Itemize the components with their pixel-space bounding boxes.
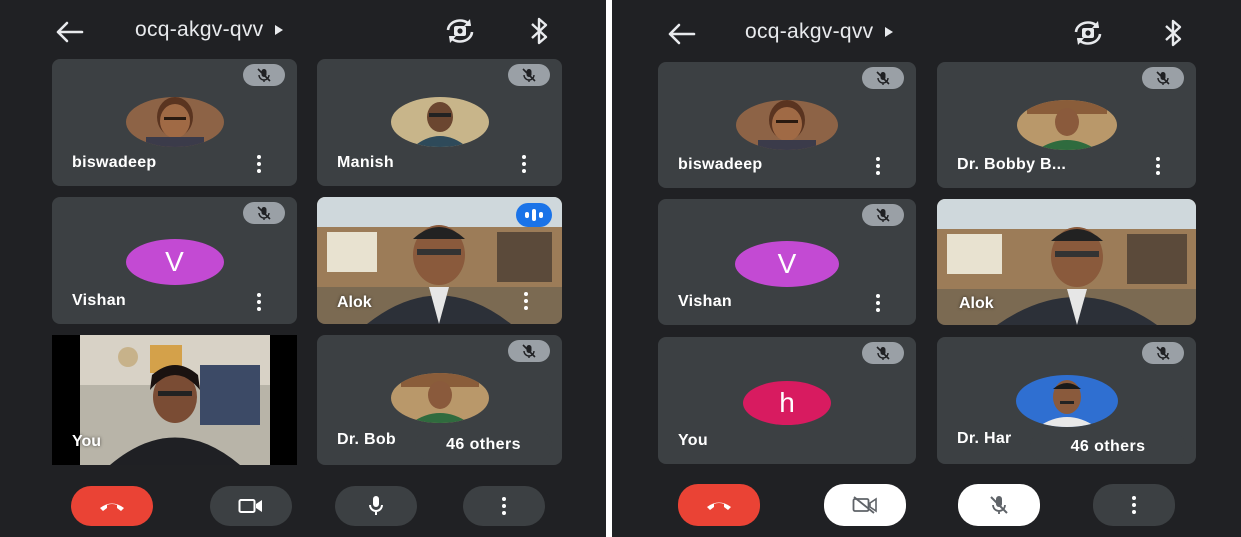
top-bar: ocq-akgv-qvv	[0, 10, 606, 54]
avatar-initial: h	[743, 381, 831, 425]
participant-tile-bobby[interactable]: Dr. Bobby B...	[937, 62, 1196, 188]
meeting-code-text: ocq-akgv-qvv	[745, 20, 874, 43]
participant-tile-vishan[interactable]: V Vishan	[52, 197, 297, 324]
bluetooth-icon[interactable]	[528, 15, 550, 47]
participant-name: Manish	[337, 154, 394, 171]
participant-name: biswadeep	[72, 154, 157, 171]
participant-name: Dr. Har	[957, 430, 1012, 447]
mic-off-icon	[876, 71, 890, 85]
more-vert-icon[interactable]	[255, 291, 263, 313]
mic-off-icon	[876, 208, 890, 222]
participant-video-alok[interactable]: Alok	[317, 197, 562, 324]
mute-badge	[243, 64, 285, 86]
mic-off-icon	[1156, 71, 1170, 85]
end-call-icon	[707, 502, 731, 510]
avatar-photo	[736, 100, 838, 150]
participant-name: You	[72, 433, 102, 450]
more-options-button[interactable]	[1093, 484, 1175, 526]
arrow-left-icon[interactable]	[660, 16, 700, 52]
speaking-indicator-icon	[516, 203, 552, 227]
meeting-code[interactable]: ocq-akgv-qvv	[135, 18, 284, 42]
avatar-photo	[1016, 100, 1117, 150]
end-call-button[interactable]	[678, 484, 760, 526]
mute-badge	[508, 64, 550, 86]
participant-tile-manish[interactable]: Manish	[317, 59, 562, 186]
mute-badge	[862, 67, 904, 89]
mic-icon	[369, 496, 383, 515]
avatar-photo	[125, 97, 224, 147]
more-vert-icon[interactable]	[520, 153, 528, 175]
mic-off-icon	[257, 68, 271, 82]
others-count-pill[interactable]: 46 others	[1030, 432, 1186, 462]
more-vert-icon	[500, 495, 508, 517]
participant-name: Vishan	[678, 293, 732, 310]
camera-flip-icon[interactable]	[1071, 18, 1105, 48]
participant-tile-biswadeep[interactable]: biswadeep	[52, 59, 297, 186]
meet-screen-right: ocq-akgv-qvv biswadeep Dr. Bobby B... V …	[612, 0, 1241, 537]
participant-name: biswadeep	[678, 156, 763, 173]
self-video[interactable]: You	[52, 335, 297, 465]
participant-video-alok[interactable]: Alok	[937, 199, 1196, 325]
top-bar: ocq-akgv-qvv	[612, 12, 1241, 56]
mic-toggle-button[interactable]	[958, 484, 1040, 526]
more-options-button[interactable]	[463, 486, 545, 526]
mute-badge	[862, 342, 904, 364]
participant-name: Dr. Bobby B...	[957, 156, 1067, 173]
participant-tile-biswadeep[interactable]: biswadeep	[658, 62, 916, 188]
play-triangle-icon	[885, 27, 894, 38]
meet-screen-left: ocq-akgv-qvv biswadeep Manish V Vishan A…	[0, 0, 606, 537]
videocam-icon	[238, 499, 262, 513]
more-vert-icon[interactable]	[524, 290, 528, 313]
avatar-photo	[1015, 375, 1118, 427]
more-vert-icon[interactable]	[874, 155, 882, 177]
participant-name: You	[678, 432, 708, 449]
meeting-code-text: ocq-akgv-qvv	[135, 18, 264, 41]
end-call-button[interactable]	[71, 486, 153, 526]
more-vert-icon[interactable]	[255, 153, 263, 175]
videocam-off-icon	[852, 496, 877, 514]
self-tile[interactable]: h You	[658, 337, 916, 464]
participant-name: Alok	[959, 295, 994, 312]
camera-toggle-button[interactable]	[824, 484, 906, 526]
avatar-photo	[390, 373, 489, 423]
video-frame	[80, 335, 270, 465]
camera-toggle-button[interactable]	[210, 486, 292, 526]
participant-name: Vishan	[72, 292, 126, 309]
play-triangle-icon	[275, 25, 284, 36]
end-call-icon	[100, 503, 124, 511]
mute-badge	[1142, 67, 1184, 89]
mute-badge	[243, 202, 285, 224]
others-count-pill[interactable]: 46 others	[415, 430, 552, 460]
participant-name: Dr. Bob	[337, 431, 396, 448]
participant-name: Alok	[337, 294, 372, 311]
avatar-initial: V	[125, 239, 224, 285]
mute-badge	[508, 340, 550, 362]
meeting-code[interactable]: ocq-akgv-qvv	[745, 20, 894, 44]
more-vert-icon[interactable]	[874, 292, 882, 314]
mute-badge	[1142, 342, 1184, 364]
bluetooth-icon[interactable]	[1162, 17, 1184, 49]
mic-off-icon	[1156, 346, 1170, 360]
mic-off-icon	[876, 346, 890, 360]
avatar-initial: V	[735, 241, 839, 287]
arrow-left-icon[interactable]	[48, 14, 88, 50]
more-vert-icon	[1130, 494, 1138, 516]
participant-tile-vishan[interactable]: V Vishan	[658, 199, 916, 325]
mic-off-icon	[522, 344, 536, 358]
mic-off-icon	[990, 496, 1008, 514]
mic-off-icon	[257, 206, 271, 220]
more-vert-icon[interactable]	[1154, 155, 1162, 177]
avatar-photo	[390, 97, 489, 147]
mic-off-icon	[522, 68, 536, 82]
mute-badge	[862, 204, 904, 226]
mic-toggle-button[interactable]	[335, 486, 417, 526]
camera-flip-icon[interactable]	[443, 16, 477, 46]
